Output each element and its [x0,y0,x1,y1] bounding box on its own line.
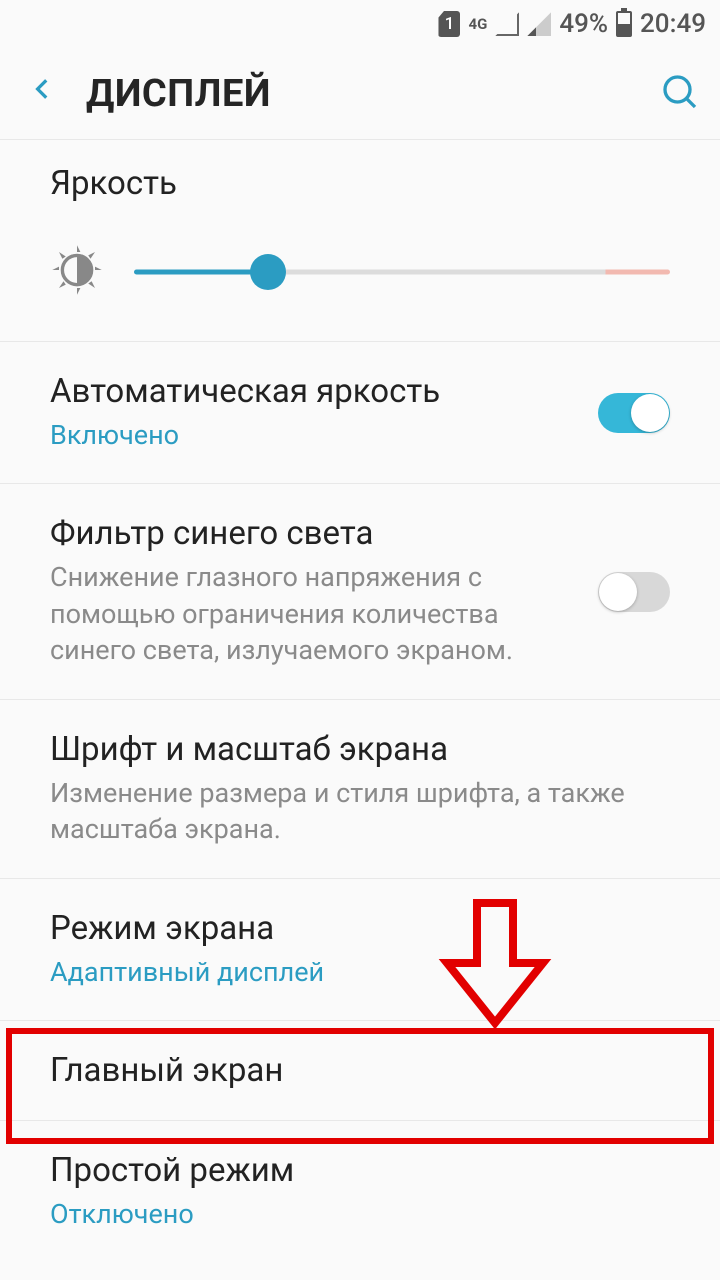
easy-mode-item[interactable]: Простой режим Отключено [0,1121,720,1262]
network-type: 4G [468,17,487,32]
sim-icon: 1 [438,11,460,37]
home-screen-item[interactable]: Главный экран [0,1021,720,1121]
brightness-label: Яркость [50,164,670,203]
clock: 20:49 [640,9,706,39]
status-bar: 1 4G 49% 20:49 [0,0,720,48]
slider-thumb[interactable] [250,254,286,290]
page-title: ДИСПЛЕЙ [86,72,660,116]
blue-light-desc: Снижение глазного напряжения с помощью о… [50,559,578,668]
brightness-slider[interactable] [134,257,670,287]
home-screen-label: Главный экран [50,1051,670,1090]
blue-light-label: Фильтр синего света [50,514,578,553]
auto-brightness-toggle[interactable] [598,393,670,433]
screen-mode-label: Режим экрана [50,909,670,948]
auto-brightness-status: Включено [50,417,578,453]
battery-icon [616,11,632,37]
signal-1-icon [495,12,519,36]
screen-mode-item[interactable]: Режим экрана Адаптивный дисплей [0,879,720,1021]
font-scale-label: Шрифт и масштаб экрана [50,730,670,769]
blue-light-filter-item[interactable]: Фильтр синего света Снижение глазного на… [0,484,720,699]
easy-mode-label: Простой режим [50,1151,670,1190]
auto-brightness-label: Автоматическая яркость [50,372,578,411]
app-bar: ДИСПЛЕЙ [0,48,720,140]
blue-light-toggle[interactable] [598,572,670,612]
font-scale-desc: Изменение размера и стиля шрифта, а такж… [50,775,670,848]
signal-2-icon [527,12,551,36]
back-icon[interactable] [30,69,86,119]
auto-brightness-item[interactable]: Автоматическая яркость Включено [0,342,720,484]
search-icon[interactable] [660,72,700,116]
screen-mode-value: Адаптивный дисплей [50,954,670,990]
brightness-section: Яркость [0,140,720,342]
battery-percent: 49% [559,9,608,39]
font-scale-item[interactable]: Шрифт и масштаб экрана Изменение размера… [0,700,720,879]
brightness-gear-icon [50,243,104,301]
easy-mode-status: Отключено [50,1196,670,1232]
